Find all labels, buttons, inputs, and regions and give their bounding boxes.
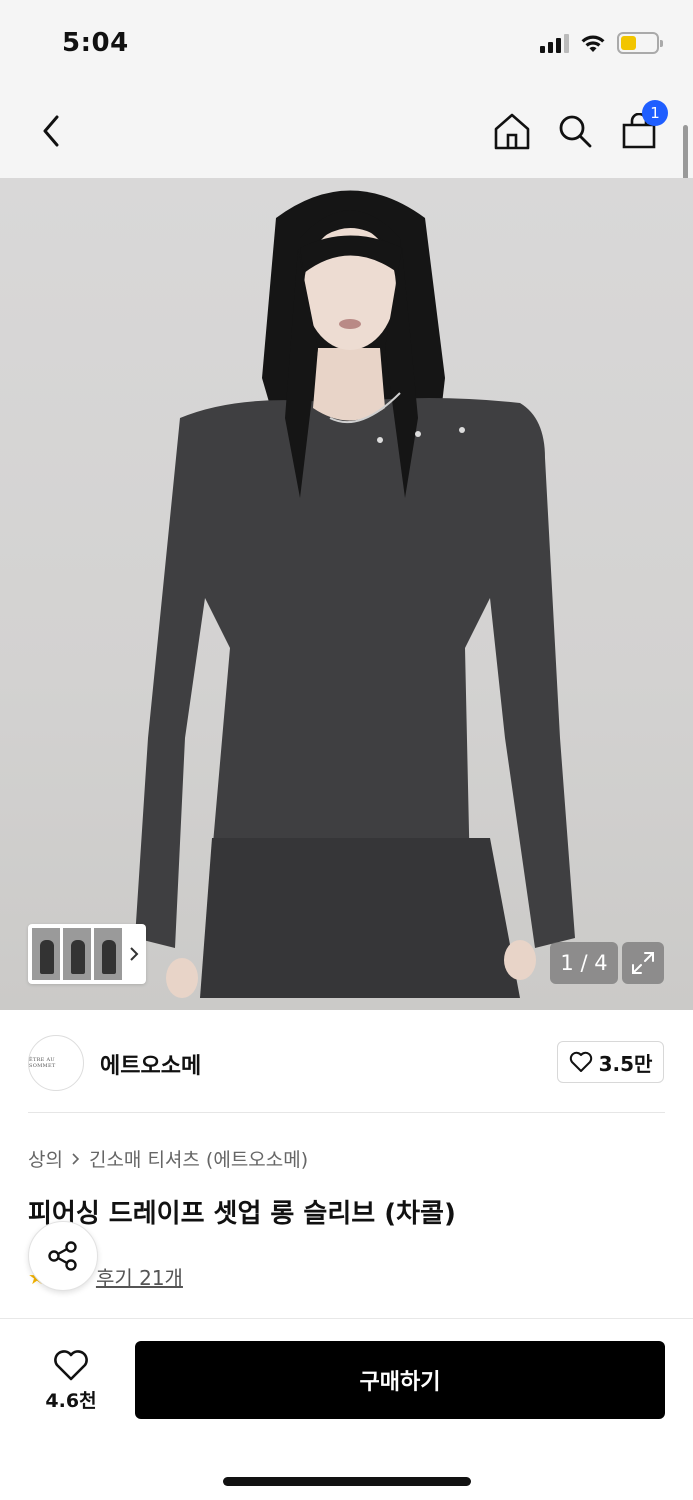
product-image-gallery[interactable]: 1 / 4 — [0, 178, 693, 1010]
breadcrumb-category[interactable]: 상의 — [28, 1145, 63, 1172]
expand-image-button[interactable] — [622, 942, 664, 984]
product-like-button[interactable]: 4.6천 — [28, 1343, 114, 1419]
chevron-left-icon — [43, 115, 59, 147]
image-page-indicator: 1 / 4 — [550, 942, 618, 984]
cart-count-badge: 1 — [642, 100, 668, 126]
share-button[interactable] — [28, 1221, 98, 1291]
product-title: 피어싱 드레이프 셋업 롱 슬리브 (차콜) — [28, 1199, 456, 1229]
thumbnail-strip[interactable] — [28, 924, 146, 984]
brand-row[interactable]: ÊTRE AU SOMMET 에트오소메 3.5만 — [0, 1010, 693, 1114]
divider — [28, 1112, 665, 1113]
cellular-signal-icon — [540, 33, 569, 53]
cart-button[interactable]: 1 — [614, 100, 668, 156]
search-button[interactable] — [550, 106, 600, 156]
share-icon — [48, 1241, 77, 1271]
thumbnail-image[interactable] — [32, 928, 61, 980]
status-icons — [540, 32, 663, 54]
wifi-icon — [581, 35, 605, 52]
status-bar: 5:04 — [0, 0, 693, 88]
home-indicator — [223, 1477, 471, 1486]
chevron-right-icon — [72, 1152, 80, 1165]
home-button[interactable] — [487, 106, 537, 156]
bottom-action-bar: 4.6천 구매하기 — [0, 1318, 693, 1500]
heart-icon — [54, 1349, 88, 1380]
product-photo — [135, 190, 575, 998]
search-icon — [559, 115, 592, 148]
home-icon — [494, 113, 530, 150]
brand-logo[interactable]: ÊTRE AU SOMMET — [28, 1035, 84, 1091]
expand-icon — [632, 952, 654, 974]
review-count-link[interactable]: 후기 21개 — [96, 1262, 183, 1291]
nav-bar: 1 — [0, 88, 693, 178]
brand-logo-text: ÊTRE AU SOMMET — [29, 1057, 56, 1069]
breadcrumb-subcategory[interactable]: 긴소매 티셔츠 (에트오소메) — [89, 1145, 308, 1172]
breadcrumb: 상의 긴소매 티셔츠 (에트오소메) — [28, 1145, 308, 1172]
buy-button[interactable]: 구매하기 — [135, 1341, 665, 1419]
chevron-right-icon[interactable] — [125, 946, 142, 962]
thumbnail-image[interactable] — [94, 928, 123, 980]
thumbnail-image[interactable] — [63, 928, 92, 980]
battery-icon — [617, 32, 663, 54]
status-time: 5:04 — [62, 28, 129, 58]
brand-name[interactable]: 에트오소메 — [100, 1048, 201, 1080]
brand-like-button[interactable]: 3.5만 — [557, 1041, 664, 1083]
brand-like-count: 3.5만 — [598, 1051, 653, 1076]
product-like-count: 4.6천 — [45, 1389, 97, 1412]
heart-icon — [569, 1051, 592, 1072]
back-button[interactable] — [26, 106, 76, 156]
